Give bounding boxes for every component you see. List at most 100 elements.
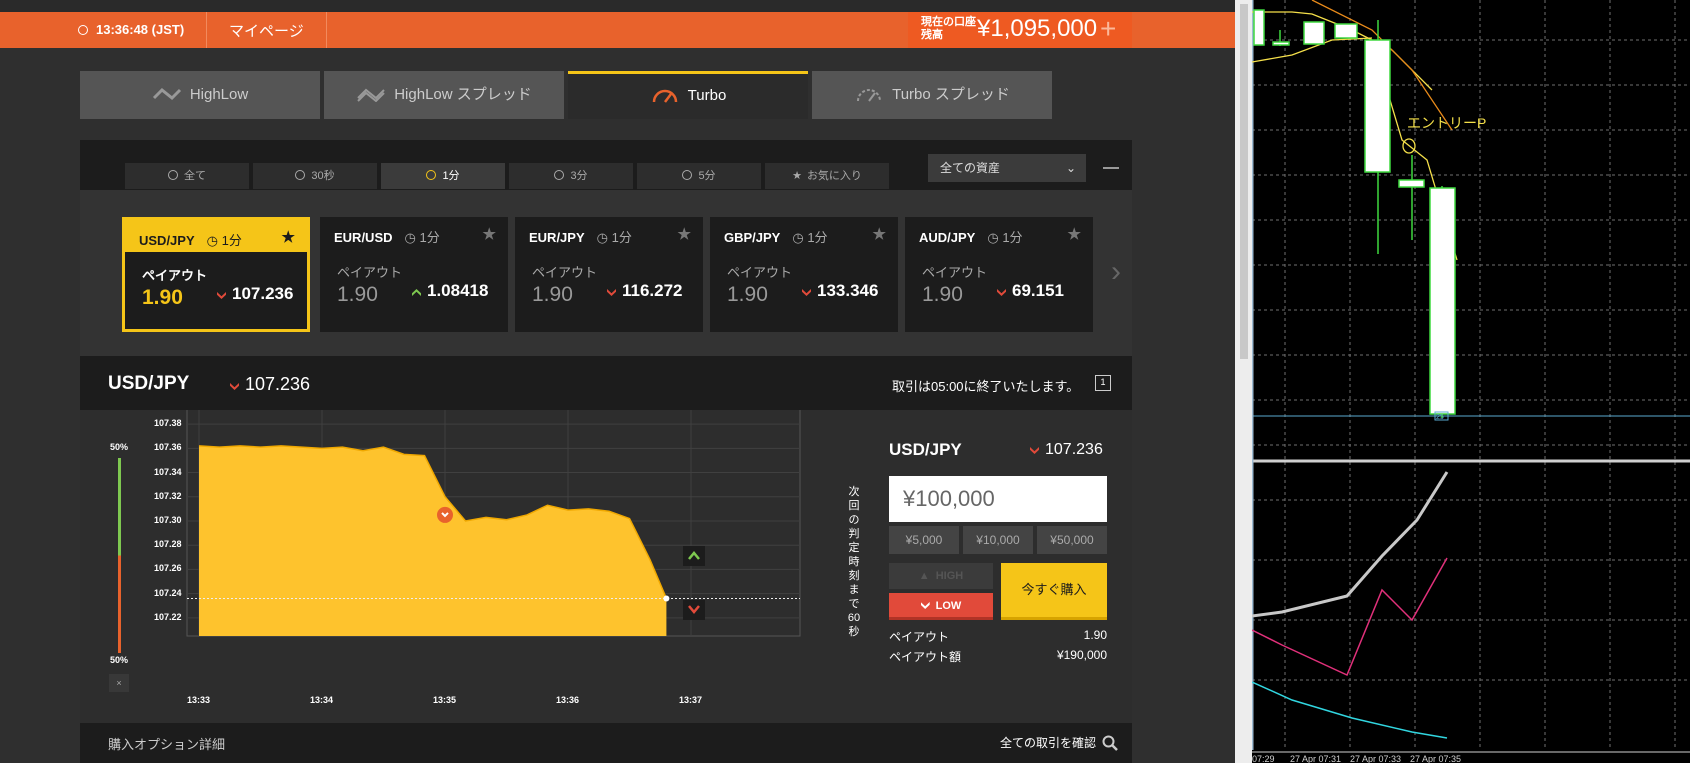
card-rate: 133.346 — [802, 281, 878, 301]
asset-card-eurusd[interactable]: EUR/USD ◷ 1分 ★ ペイアウト 1.90 1.08418 — [320, 217, 508, 332]
scrollbar-thumb[interactable] — [1240, 4, 1248, 359]
asset-card-gbpjpy[interactable]: GBP/JPY ◷ 1分 ★ ペイアウト 1.90 133.346 — [710, 217, 898, 332]
buy-now-button[interactable]: 今すぐ購入 — [1001, 563, 1107, 620]
payout-amount-value: ¥190,000 — [1056, 648, 1107, 662]
filter-favorites[interactable]: ★ お気に入り — [765, 163, 889, 189]
filter-5m[interactable]: 5分 — [637, 163, 761, 189]
card-payout-label: ペイアウト — [727, 265, 793, 280]
purchase-details-link[interactable]: 購入オプション詳細 — [108, 734, 225, 753]
selected-pair: USD/JPY — [108, 373, 190, 394]
asset-select[interactable]: 全ての資産 ⌄ — [928, 154, 1086, 182]
low-label: LOW — [935, 600, 962, 612]
close-notice: 取引は05:00に終了いたします。 — [892, 379, 1080, 394]
spread-icon — [357, 88, 385, 102]
amount-input[interactable] — [889, 476, 1107, 522]
quick-amount-5000[interactable]: ¥5,000 — [889, 526, 959, 554]
tab-highlow[interactable]: HighLow — [80, 71, 320, 119]
high-target-box — [683, 546, 705, 566]
filter-1m[interactable]: 1分 — [381, 163, 505, 189]
card-payout: 1.90 — [532, 283, 573, 306]
card-rate-text: 69.151 — [1012, 281, 1064, 300]
y-tick-label: 107.34 — [154, 466, 182, 477]
y-tick-label: 107.24 — [154, 587, 182, 598]
mt4-time-label: 27 Apr 07:35 — [1410, 754, 1461, 763]
asset-select-value: 全ての資産 — [940, 161, 1001, 175]
tab-turbo-spread[interactable]: Turbo スプレッド — [812, 71, 1052, 119]
down-arrow-icon — [920, 602, 930, 609]
card-payout: 1.90 — [142, 286, 183, 309]
filter-3m[interactable]: 3分 — [509, 163, 633, 189]
low-target-box — [683, 600, 705, 620]
card-rate: 1.08418 — [412, 281, 488, 301]
card-pair: AUD/JPY — [919, 230, 976, 245]
mt4-indicator-pink — [1252, 557, 1448, 677]
favorite-star-icon[interactable]: ★ — [282, 228, 295, 246]
payout-amount-label: ペイアウト額 — [889, 650, 962, 664]
card-head: EUR/USD ◷ 1分 ★ — [320, 217, 508, 249]
chart-window-icon[interactable]: 1 — [1095, 375, 1111, 391]
quick-amount-50000[interactable]: ¥50,000 — [1037, 526, 1107, 554]
mypage-link[interactable]: マイページ — [206, 12, 327, 48]
chevron-right-icon[interactable]: › — [1111, 255, 1121, 289]
selected-rate: 107.236 — [230, 374, 310, 395]
card-duration-text: 1分 — [611, 230, 632, 245]
quick-amount-10000[interactable]: ¥10,000 — [963, 526, 1033, 554]
x-tick-label: 13:33 — [187, 695, 211, 705]
up-arrow-icon: ▲ — [918, 570, 930, 582]
tab-highlow-spread[interactable]: HighLow スプレッド — [324, 71, 564, 119]
clock-icon — [426, 170, 437, 180]
favorite-star-icon[interactable]: ★ — [873, 225, 886, 243]
card-rate-text: 116.272 — [622, 281, 683, 300]
favorite-star-icon[interactable]: ★ — [1068, 225, 1081, 243]
x-tick-label: 13:34 — [310, 695, 334, 705]
clock-icon — [78, 25, 88, 35]
server-time: 13:36:48 (JST) — [78, 22, 184, 37]
asset-card-eurjpy[interactable]: EUR/JPY ◷ 1分 ★ ペイアウト 1.90 116.272 — [515, 217, 703, 332]
high-button[interactable]: ▲ HIGH — [889, 563, 993, 589]
x-tick-label: 13:36 — [556, 695, 580, 705]
asset-card-audjpy[interactable]: AUD/JPY ◷ 1分 ★ ペイアウト 1.90 69.151 — [905, 217, 1093, 332]
x-tick-label: 13:35 — [433, 695, 457, 705]
favorite-star-icon[interactable]: ★ — [678, 225, 691, 243]
speedometer-dashed-icon — [857, 89, 882, 102]
filter-all[interactable]: 全て — [125, 163, 249, 189]
chevron-down-icon: ⌄ — [1065, 161, 1076, 175]
all-trades-link[interactable]: 全ての取引を確認 — [1000, 734, 1118, 751]
mt4-grid — [1252, 0, 1690, 750]
footer-bar — [80, 723, 1132, 763]
card-duration: ◷ 1分 — [404, 230, 440, 245]
high-label: HIGH — [935, 570, 964, 582]
card-payout: 1.90 — [922, 283, 963, 306]
card-pair: EUR/JPY — [529, 230, 585, 245]
mt4-annotation: エントリーP — [1407, 115, 1486, 131]
trade-pair: USD/JPY — [889, 440, 962, 459]
x-tick-label: 13:37 — [679, 695, 703, 705]
filter-all-label: 全て — [184, 170, 206, 182]
filter-30s[interactable]: 30秒 — [253, 163, 377, 189]
y-tick-label: 107.28 — [154, 539, 182, 550]
favorite-star-icon[interactable]: ★ — [483, 225, 496, 243]
clock-icon — [682, 170, 693, 180]
mt4-time-label: 27 Apr 07:33 — [1350, 754, 1401, 763]
card-duration-text: 1分 — [1002, 230, 1023, 245]
deposit-plus-button[interactable]: + — [1100, 13, 1116, 45]
down-arrow-icon — [802, 289, 811, 296]
tab-turbo[interactable]: Turbo — [568, 71, 808, 119]
card-rate-text: 107.236 — [232, 284, 294, 303]
card-payout-label: ペイアウト — [142, 268, 208, 283]
card-duration: ◷ 1分 — [596, 230, 632, 245]
low-button[interactable]: LOW — [889, 593, 993, 620]
card-head: USD/JPY ◷ 1分 ★ — [125, 220, 307, 252]
card-duration: ◷ 1分 — [987, 230, 1023, 245]
card-duration-text: 1分 — [221, 233, 242, 248]
card-pair: GBP/JPY — [724, 230, 781, 245]
card-duration: ◷ 1分 — [792, 230, 828, 245]
card-rate: 107.236 — [217, 284, 293, 304]
star-icon: ★ — [792, 170, 802, 182]
all-trades-label: 全ての取引を確認 — [1000, 736, 1097, 750]
highlow-icon — [152, 87, 181, 101]
clock-icon — [295, 170, 306, 180]
y-tick-label: 107.22 — [154, 611, 182, 622]
asset-card-usdjpy[interactable]: USD/JPY ◷ 1分 ★ ペイアウト 1.90 107.236 — [122, 217, 310, 332]
collapse-icon[interactable] — [1103, 167, 1119, 169]
